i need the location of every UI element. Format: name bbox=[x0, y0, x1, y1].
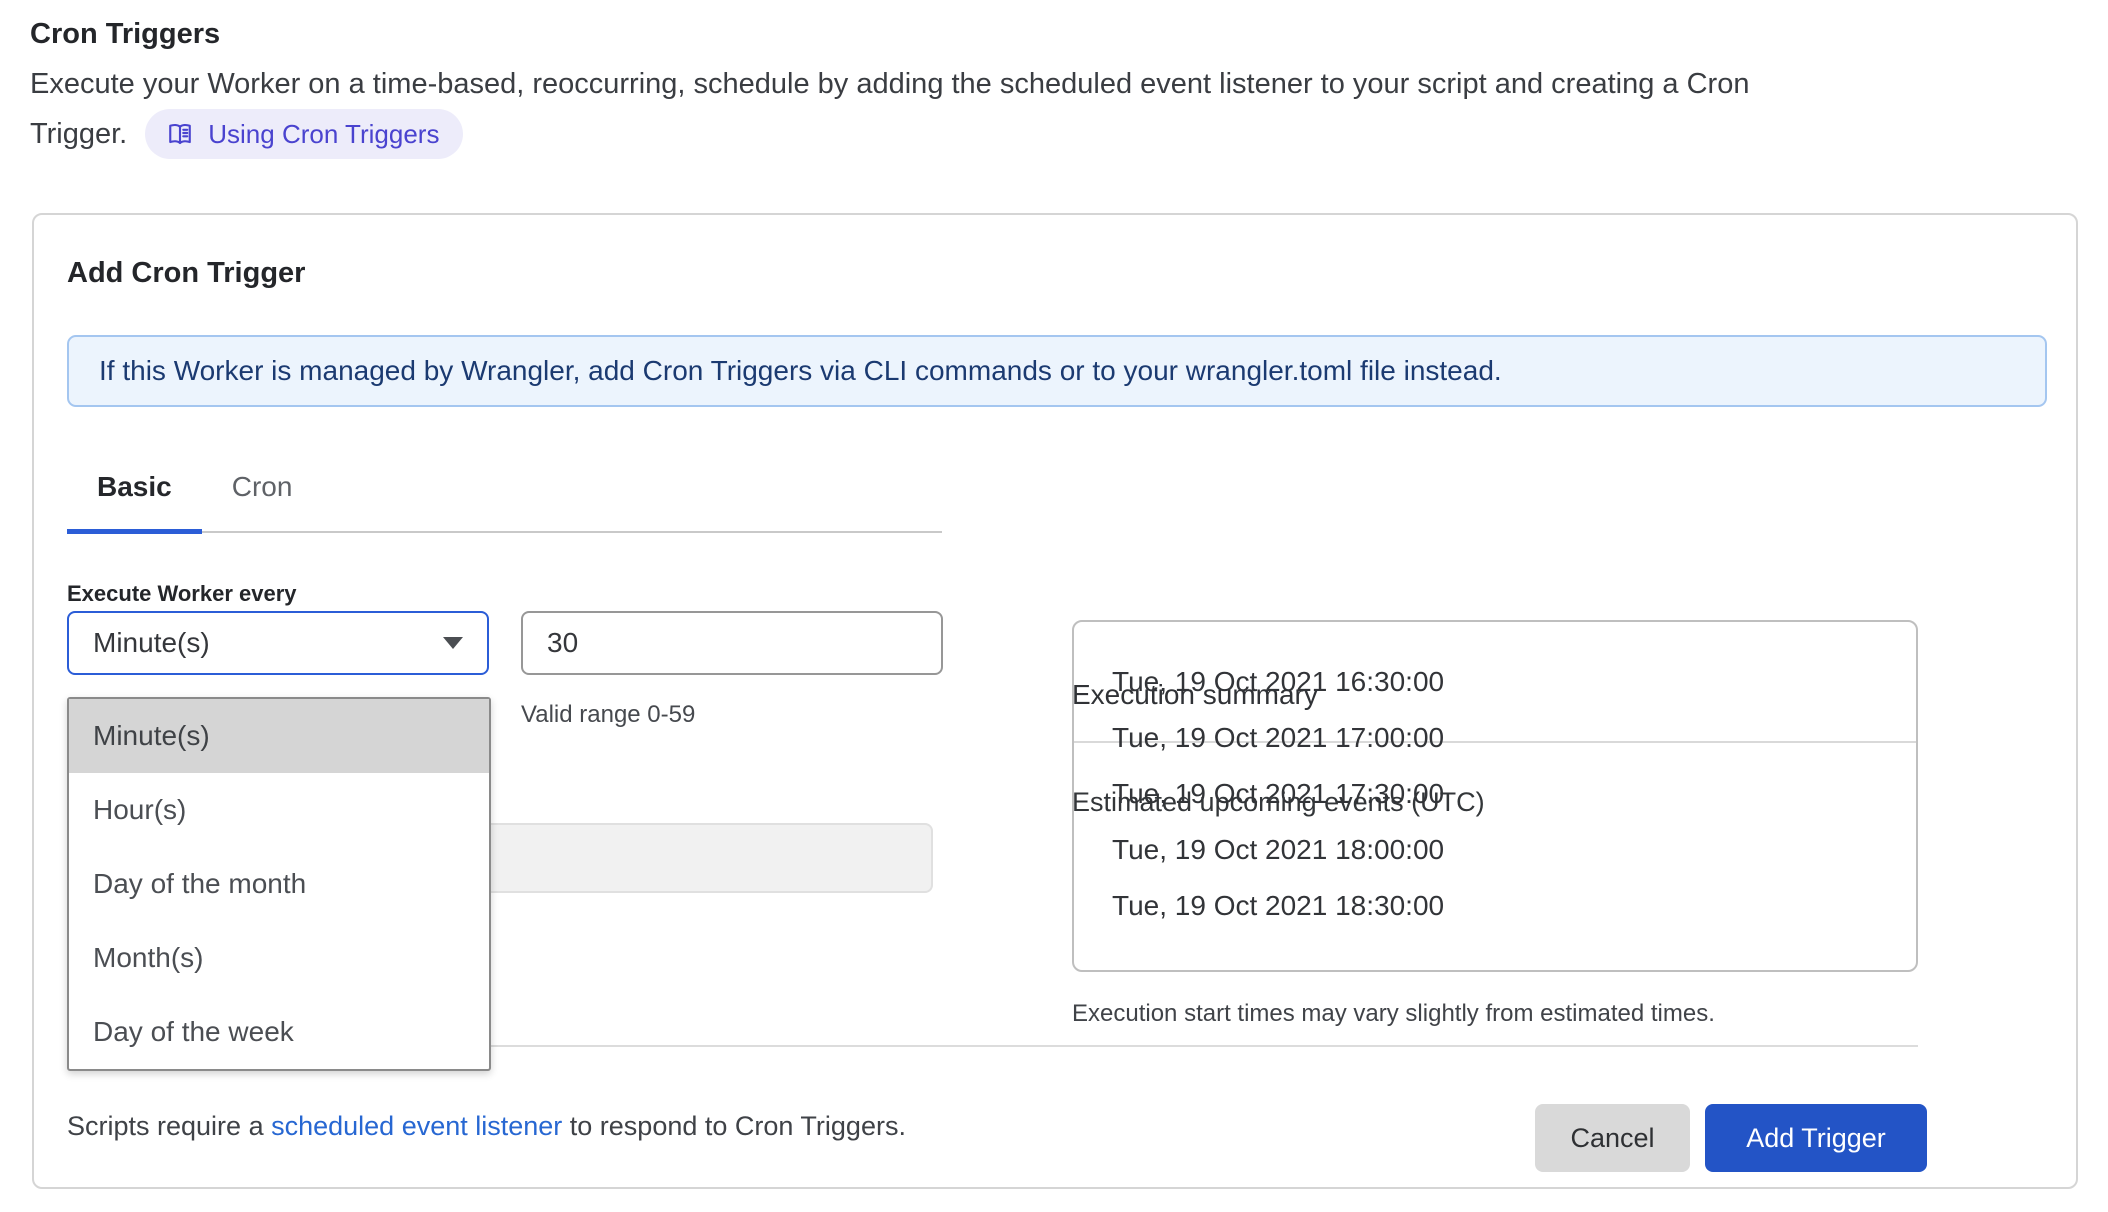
footer-note-suffix: to respond to Cron Triggers. bbox=[562, 1111, 906, 1141]
event-row: Tue, 19 Oct 2021 18:00:00 bbox=[1112, 822, 1916, 878]
page-description-line1: Execute your Worker on a time-based, reo… bbox=[30, 68, 1749, 101]
chevron-down-icon bbox=[443, 637, 463, 649]
using-cron-triggers-label: Using Cron Triggers bbox=[208, 119, 439, 150]
interval-count-input[interactable] bbox=[521, 611, 943, 675]
dropdown-option-day-of-month[interactable]: Day of the month bbox=[69, 847, 489, 921]
upcoming-events-box: Tue, 19 Oct 2021 16:30:00 Tue, 19 Oct 20… bbox=[1072, 620, 1918, 972]
dropdown-option-hours[interactable]: Hour(s) bbox=[69, 773, 489, 847]
event-row: Tue, 19 Oct 2021 17:00:00 bbox=[1112, 710, 1916, 766]
page-description-line2: Trigger. bbox=[30, 118, 127, 151]
page-title: Cron Triggers bbox=[30, 18, 220, 51]
page-description-row: Trigger. Using Cron Triggers bbox=[30, 108, 463, 160]
execution-times-note: Execution start times may vary slightly … bbox=[1072, 1000, 1715, 1028]
event-row: Tue, 19 Oct 2021 17:30:00 bbox=[1112, 766, 1916, 822]
interval-unit-value: Minute(s) bbox=[93, 627, 443, 659]
event-row: Tue, 19 Oct 2021 18:30:00 bbox=[1112, 878, 1916, 934]
book-icon bbox=[165, 119, 195, 149]
cancel-button[interactable]: Cancel bbox=[1535, 1104, 1690, 1172]
dropdown-option-day-of-week[interactable]: Day of the week bbox=[69, 995, 489, 1069]
add-cron-trigger-card: Add Cron Trigger If this Worker is manag… bbox=[32, 213, 2078, 1189]
using-cron-triggers-link[interactable]: Using Cron Triggers bbox=[145, 109, 463, 159]
tab-basic[interactable]: Basic bbox=[67, 461, 202, 534]
footer-note-prefix: Scripts require a bbox=[67, 1111, 271, 1141]
execute-worker-every-label: Execute Worker every bbox=[67, 581, 297, 607]
event-row: Tue, 19 Oct 2021 16:30:00 bbox=[1112, 654, 1916, 710]
dropdown-option-months[interactable]: Month(s) bbox=[69, 921, 489, 995]
tab-cron[interactable]: Cron bbox=[202, 461, 323, 531]
scheduled-event-listener-link[interactable]: scheduled event listener bbox=[271, 1111, 562, 1141]
card-title: Add Cron Trigger bbox=[67, 257, 305, 290]
dropdown-option-minutes[interactable]: Minute(s) bbox=[69, 699, 489, 773]
valid-range-helper: Valid range 0-59 bbox=[521, 701, 695, 729]
interval-unit-select[interactable]: Minute(s) bbox=[67, 611, 489, 675]
add-trigger-button[interactable]: Add Trigger bbox=[1705, 1104, 1927, 1172]
interval-unit-dropdown: Minute(s) Hour(s) Day of the month Month… bbox=[67, 697, 491, 1071]
wrangler-info-banner-text: If this Worker is managed by Wrangler, a… bbox=[99, 355, 1502, 387]
wrangler-info-banner: If this Worker is managed by Wrangler, a… bbox=[67, 335, 2047, 407]
footer-note: Scripts require a scheduled event listen… bbox=[67, 1111, 906, 1142]
tab-bar: Basic Cron bbox=[67, 461, 942, 533]
